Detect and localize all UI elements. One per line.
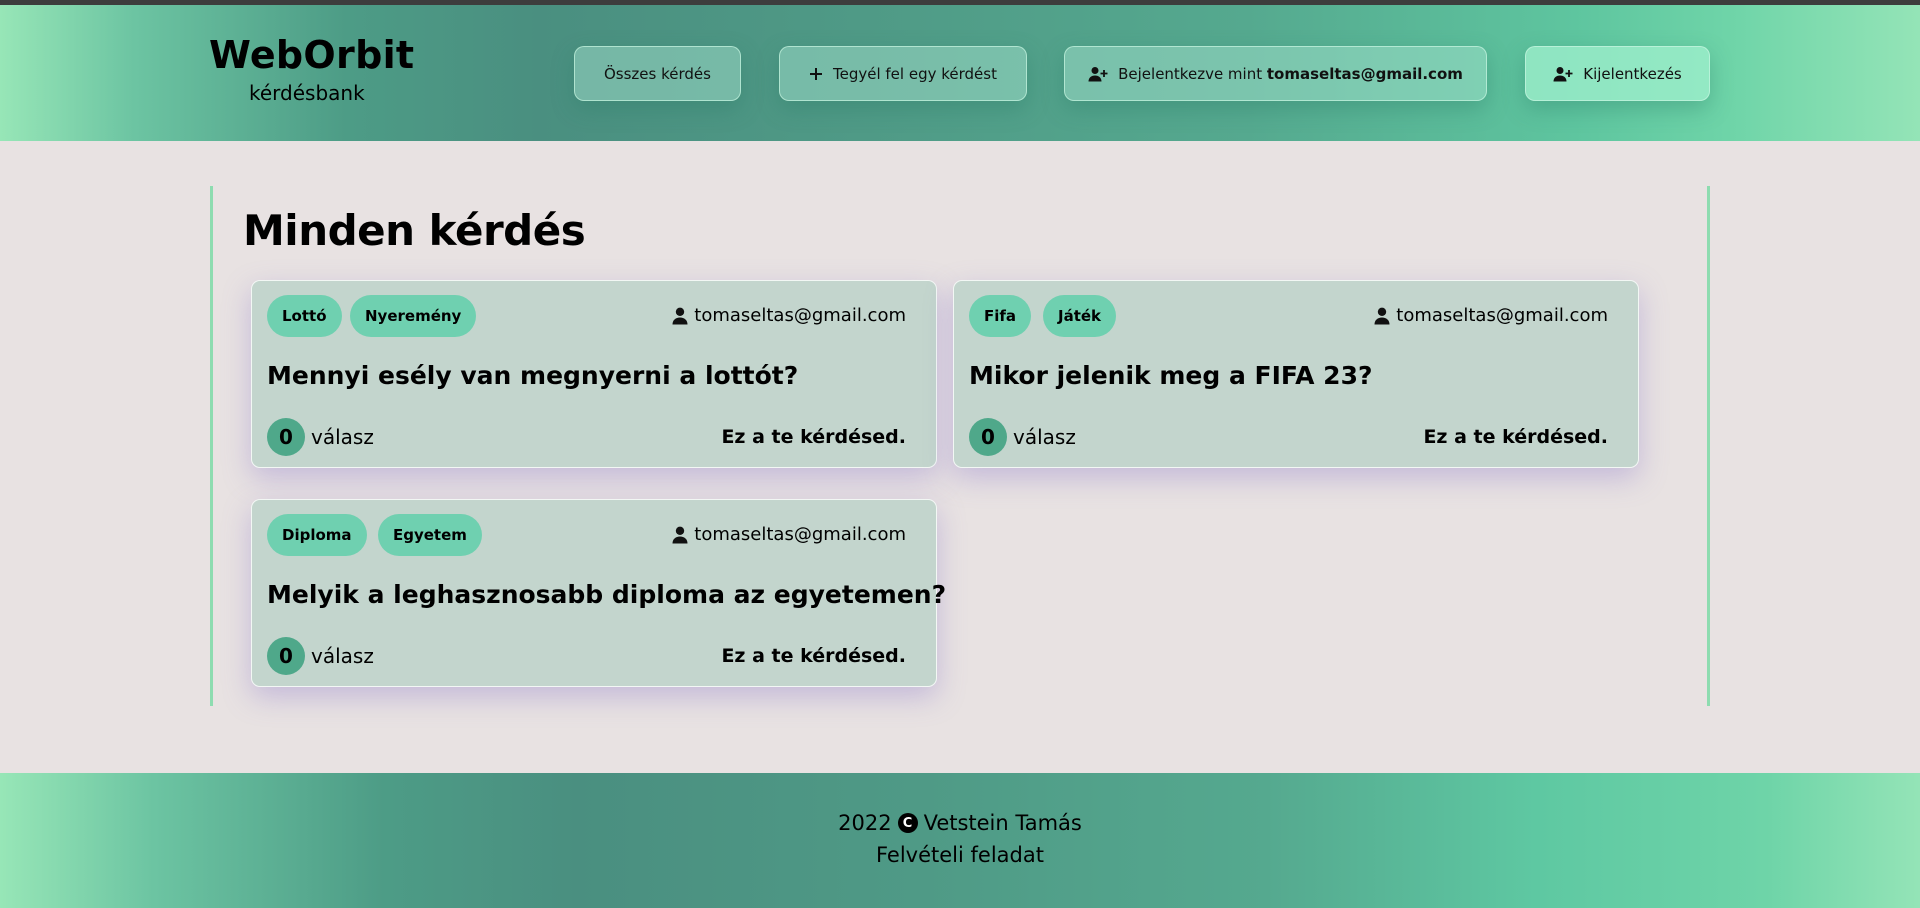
all-questions-button[interactable]: Összes kérdés xyxy=(574,46,741,101)
logout-label: Kijelentkezés xyxy=(1583,64,1682,83)
logged-in-prefix: Bejelentkezve mint xyxy=(1118,64,1263,83)
tag[interactable]: Egyetem xyxy=(378,514,482,556)
tag[interactable]: Diploma xyxy=(267,514,367,556)
answer-count-badge: 0 xyxy=(267,418,305,456)
page-title: Minden kérdés xyxy=(243,206,586,255)
all-questions-label: Összes kérdés xyxy=(604,64,711,83)
author-email: tomaseltas@gmail.com xyxy=(694,524,906,545)
author-email: tomaseltas@gmail.com xyxy=(694,305,906,326)
answer-count-label: válasz xyxy=(311,425,374,449)
user-plus-icon xyxy=(1553,66,1573,82)
brand-subtitle: kérdésbank xyxy=(249,80,365,105)
user-plus-icon xyxy=(1088,66,1108,82)
ask-question-button[interactable]: Tegyél fel egy kérdést xyxy=(779,46,1027,101)
site-header: WebOrbit kérdésbank Összes kérdés Tegyél… xyxy=(0,5,1920,141)
question-title[interactable]: Mikor jelenik meg a FIFA 23? xyxy=(969,361,1372,390)
user-icon xyxy=(672,526,688,544)
brand-title: WebOrbit xyxy=(209,33,415,77)
ownership-note: Ez a te kérdésed. xyxy=(1423,426,1608,448)
logged-in-status-button[interactable]: Bejelentkezve mint tomaseltas@gmail.com xyxy=(1064,46,1487,101)
ask-question-label: Tegyél fel egy kérdést xyxy=(833,64,997,83)
site-footer: 2022 C Vetstein Tamás Felvételi feladat xyxy=(0,773,1920,908)
footer-note: Felvételi feladat xyxy=(876,843,1044,867)
brand[interactable]: WebOrbit kérdésbank xyxy=(209,33,415,105)
copyright-icon: C xyxy=(897,813,918,833)
user-icon xyxy=(1374,307,1390,325)
question-title[interactable]: Melyik a leghasznosabb diploma az egyete… xyxy=(267,580,946,609)
tag[interactable]: Nyeremény xyxy=(350,295,477,337)
question-author: tomaseltas@gmail.com xyxy=(672,305,906,326)
ownership-note: Ez a te kérdésed. xyxy=(721,426,906,448)
logged-in-user: tomaseltas@gmail.com xyxy=(1266,64,1463,83)
question-author: tomaseltas@gmail.com xyxy=(672,524,906,545)
question-title[interactable]: Mennyi esély van megnyerni a lottót? xyxy=(267,361,798,390)
answer-count-label: válasz xyxy=(1013,425,1076,449)
user-icon xyxy=(672,307,688,325)
tag[interactable]: Lottó xyxy=(267,295,342,337)
answer-count-label: válasz xyxy=(311,644,374,668)
question-card[interactable]: Fifa Játék tomaseltas@gmail.com Mikor je… xyxy=(953,280,1639,468)
author-email: tomaseltas@gmail.com xyxy=(1396,305,1608,326)
question-author: tomaseltas@gmail.com xyxy=(1374,305,1608,326)
footer-author: Vetstein Tamás xyxy=(923,811,1082,835)
tag[interactable]: Játék xyxy=(1043,295,1117,337)
footer-year: 2022 xyxy=(838,811,892,835)
answer-count-badge: 0 xyxy=(267,637,305,675)
question-card[interactable]: Diploma Egyetem tomaseltas@gmail.com Mel… xyxy=(251,499,946,687)
answer-count-badge: 0 xyxy=(969,418,1007,456)
ownership-note: Ez a te kérdésed. xyxy=(721,645,906,667)
logout-button[interactable]: Kijelentkezés xyxy=(1525,46,1710,101)
tag[interactable]: Fifa xyxy=(969,295,1032,337)
plus-icon xyxy=(809,67,823,81)
footer-copyright: 2022 C Vetstein Tamás xyxy=(0,811,1920,835)
question-card[interactable]: Lottó Nyeremény tomaseltas@gmail.com Men… xyxy=(251,280,937,468)
